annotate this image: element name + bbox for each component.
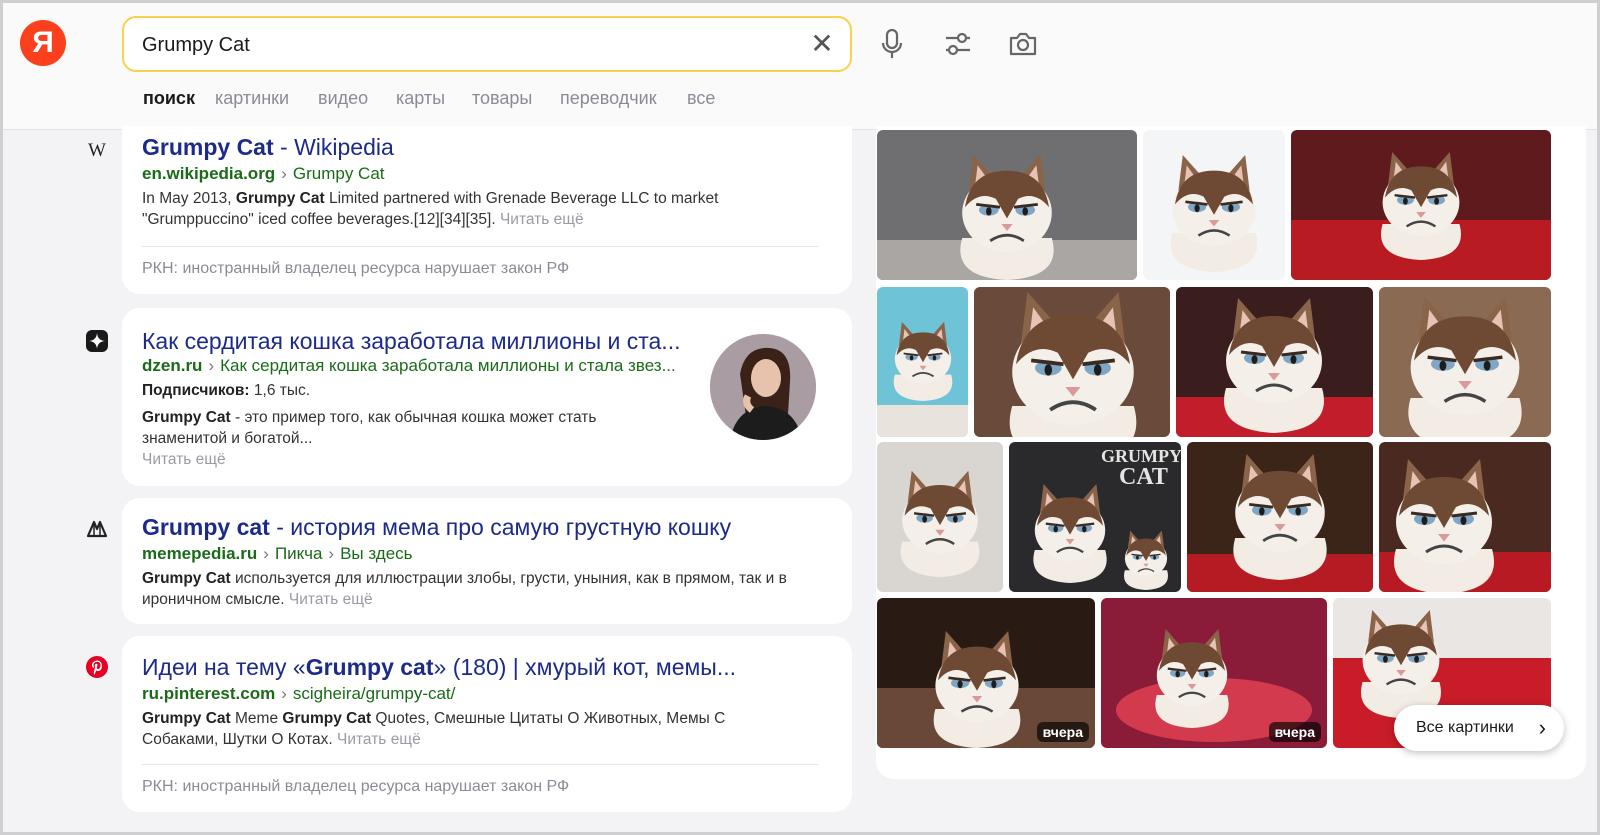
result-title[interactable]: Grumpy cat - история мема про самую грус… — [142, 514, 731, 541]
image-thumbnail[interactable] — [1379, 287, 1551, 437]
filters-icon[interactable] — [938, 24, 978, 64]
tab-images[interactable]: картинки — [215, 88, 289, 109]
result-title[interactable]: Идеи на тему «Grumpy cat» (180) | хмурый… — [142, 654, 736, 681]
wikipedia-icon: W — [88, 140, 106, 161]
image-thumbnail[interactable]: GRUMPY CAT — [1009, 442, 1181, 592]
search-input[interactable] — [142, 32, 762, 58]
image-thumbnail[interactable] — [1379, 442, 1551, 592]
camera-icon[interactable] — [1003, 24, 1043, 64]
header: Я ✕ поиск картинки видео карты товары пе… — [0, 0, 1600, 130]
image-thumbnail[interactable] — [877, 442, 1003, 592]
divider — [142, 764, 818, 765]
read-more-link[interactable]: Читать ещё — [142, 451, 226, 468]
result-url[interactable]: ru.pinterest.com › scigheira/grumpy-cat/ — [142, 684, 455, 704]
result-card-memepedia: Grumpy cat - история мема про самую грус… — [122, 498, 852, 624]
result-snippet: Grumpy Cat используется для иллюстрации … — [142, 570, 787, 608]
image-thumbnail[interactable]: вчера — [1101, 598, 1327, 748]
image-thumbnail[interactable] — [1187, 442, 1373, 592]
close-icon[interactable]: ✕ — [808, 30, 836, 59]
rkn-notice: РКН: иностранный владелец ресурса наруша… — [142, 778, 570, 795]
date-badge: вчера — [1268, 722, 1321, 742]
result-card-dzen: Как сердитая кошка заработала миллионы и… — [122, 308, 852, 486]
read-more-link[interactable]: Читать ещё — [500, 211, 584, 228]
image-thumbnail[interactable]: вчера — [877, 598, 1095, 748]
grumpy-sign-text: CAT — [1119, 464, 1168, 490]
tab-all[interactable]: все — [687, 88, 715, 109]
result-url[interactable]: memepedia.ru › Пикча › Вы здесь — [142, 544, 413, 564]
pinterest-icon — [86, 656, 108, 678]
image-thumbnail[interactable] — [877, 130, 1137, 280]
date-badge: вчера — [1036, 722, 1089, 742]
result-url[interactable]: en.wikipedia.org › Grumpy Cat — [142, 164, 385, 184]
result-snippet: Grumpy Cat Meme Grumpy Cat Quotes, Смешн… — [142, 710, 726, 748]
subscribers: Подписчиков: 1,6 тыс. — [142, 382, 311, 399]
tab-translator[interactable]: переводчик — [560, 88, 657, 109]
result-title[interactable]: Grumpy Cat - Wikipedia — [142, 134, 394, 161]
divider — [142, 246, 818, 247]
image-thumbnail[interactable] — [1176, 287, 1373, 437]
chevron-right-icon: › — [1538, 715, 1546, 740]
tab-maps[interactable]: карты — [396, 88, 445, 109]
read-more-link[interactable]: Читать ещё — [289, 591, 373, 608]
memepedia-icon — [86, 518, 108, 540]
result-url[interactable]: dzen.ru › Как сердитая кошка заработала ми… — [142, 356, 676, 376]
all-images-button[interactable]: Все картинки › — [1394, 705, 1564, 751]
result-title[interactable]: Как сердитая кошка заработала миллионы и… — [142, 328, 680, 355]
image-thumbnail[interactable] — [1143, 130, 1285, 280]
tab-goods[interactable]: товары — [472, 88, 532, 109]
search-box[interactable]: ✕ — [122, 16, 852, 72]
result-snippet: In May 2013, Grumpy Cat Limited partnere… — [142, 190, 719, 228]
rkn-notice: РКН: иностранный владелец ресурса наруша… — [142, 260, 570, 277]
image-thumbnail[interactable] — [1291, 130, 1551, 280]
dzen-icon — [86, 330, 108, 352]
avatar[interactable] — [710, 334, 816, 440]
image-thumbnail[interactable] — [974, 287, 1170, 437]
result-card-wikipedia: Grumpy Cat - Wikipedia en.wikipedia.org ›… — [122, 126, 852, 294]
read-more-link[interactable]: Читать ещё — [337, 731, 421, 748]
microphone-icon[interactable] — [872, 24, 912, 64]
result-card-pinterest: Идеи на тему «Grumpy cat» (180) | хмурый… — [122, 636, 852, 812]
result-snippet: Grumpy Cat - это пример того, как обычна… — [142, 409, 597, 468]
image-thumbnail[interactable] — [877, 287, 968, 437]
tab-search[interactable]: поиск — [143, 88, 195, 109]
tab-video[interactable]: видео — [318, 88, 368, 109]
yandex-logo[interactable]: Я — [20, 20, 66, 66]
grumpy-sign-text: GRUMPY — [1101, 446, 1181, 466]
